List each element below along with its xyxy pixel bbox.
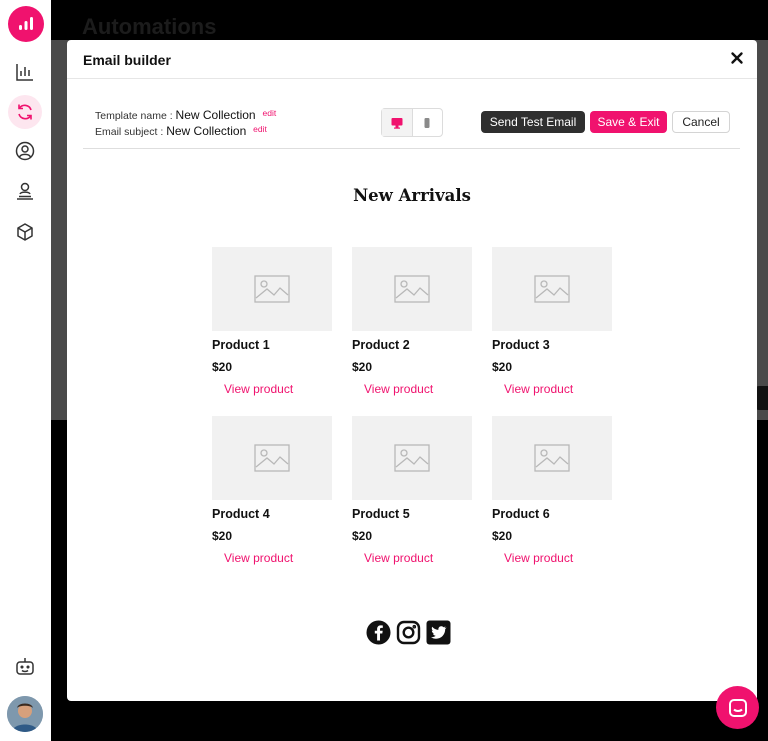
image-placeholder-icon [352, 416, 472, 500]
template-name-value: New Collection [175, 108, 256, 122]
view-product-link[interactable]: View product [504, 382, 612, 396]
view-product-link[interactable]: View product [364, 551, 472, 565]
page-title: Automations [82, 14, 217, 39]
divider [83, 148, 740, 149]
product-price: $20 [352, 529, 373, 543]
sidebar [0, 0, 51, 741]
box-icon [17, 223, 33, 241]
product-price: $20 [212, 529, 233, 543]
product-price: $20 [212, 360, 233, 374]
mobile-preview-button[interactable] [413, 109, 443, 136]
product-name: Product 5 [352, 507, 410, 521]
view-product-link[interactable]: View product [364, 382, 472, 396]
mobile-icon [424, 117, 430, 128]
product-name: Product 4 [212, 507, 270, 521]
sidebar-item-automations[interactable] [8, 95, 42, 129]
view-product-link[interactable]: View product [504, 551, 612, 565]
edit-email-subject-link[interactable]: edit [253, 124, 267, 134]
product-price: $20 [492, 360, 513, 374]
product-card[interactable]: Product 6 $20 View product [492, 416, 612, 565]
sidebar-item-analytics[interactable] [8, 55, 42, 89]
product-name: Product 1 [212, 338, 270, 352]
sidebar-item-audiences[interactable] [8, 174, 42, 208]
image-placeholder-icon [352, 247, 472, 331]
save-exit-button[interactable]: Save & Exit [590, 111, 667, 133]
edit-template-name-link[interactable]: edit [263, 108, 277, 118]
image-placeholder-icon [212, 247, 332, 331]
product-price: $20 [352, 360, 373, 374]
robot-icon [16, 658, 34, 675]
send-test-email-button[interactable]: Send Test Email [481, 111, 585, 133]
email-subject-label: Email subject : [95, 126, 164, 138]
email-subject-value: New Collection [166, 124, 247, 138]
facebook-icon[interactable] [366, 620, 391, 645]
instagram-icon[interactable] [396, 620, 421, 645]
product-card[interactable]: Product 1 $20 View product [212, 247, 332, 396]
product-name: Product 3 [492, 338, 550, 352]
twitter-icon[interactable] [426, 620, 451, 645]
product-name: Product 2 [352, 338, 410, 352]
sidebar-item-products[interactable] [8, 215, 42, 249]
product-price: $20 [492, 529, 513, 543]
product-card[interactable]: Product 3 $20 View product [492, 247, 612, 396]
avatar[interactable] [7, 696, 43, 732]
cancel-button[interactable]: Cancel [672, 111, 730, 133]
desktop-icon [391, 117, 403, 129]
product-name: Product 6 [492, 507, 550, 521]
email-subject-row: Email subject : New Collection edit [95, 124, 267, 138]
template-name-label: Template name : [95, 110, 173, 122]
social-links [366, 620, 451, 645]
chat-launcher-button[interactable] [716, 686, 759, 729]
image-placeholder-icon [492, 247, 612, 331]
view-product-link[interactable]: View product [224, 551, 332, 565]
user-avatar-icon [7, 696, 43, 732]
modal-header: Email builder [67, 40, 757, 79]
desktop-preview-button[interactable] [382, 109, 413, 136]
device-preview-toggle [381, 108, 443, 137]
modal-title: Email builder [83, 52, 171, 68]
user-circle-icon [15, 141, 35, 161]
view-product-link[interactable]: View product [224, 382, 332, 396]
chart-logo-icon [19, 17, 33, 30]
template-name-row: Template name : New Collection edit [95, 108, 276, 122]
sidebar-item-contacts[interactable] [8, 134, 42, 168]
product-card[interactable]: Product 2 $20 View product [352, 247, 472, 396]
bar-chart-icon [16, 64, 33, 81]
image-placeholder-icon [492, 416, 612, 500]
close-icon[interactable] [729, 50, 745, 66]
product-card[interactable]: Product 4 $20 View product [212, 416, 332, 565]
chat-icon [728, 698, 747, 717]
location-user-icon [17, 182, 33, 200]
product-card[interactable]: Product 5 $20 View product [352, 416, 472, 565]
email-builder-modal: Email builder Template name : New Collec… [67, 40, 757, 701]
brand-logo[interactable] [8, 6, 44, 42]
image-placeholder-icon [212, 416, 332, 500]
email-heading: New Arrivals [353, 186, 471, 205]
sidebar-item-assistant[interactable] [8, 650, 42, 684]
refresh-icon [18, 104, 32, 120]
